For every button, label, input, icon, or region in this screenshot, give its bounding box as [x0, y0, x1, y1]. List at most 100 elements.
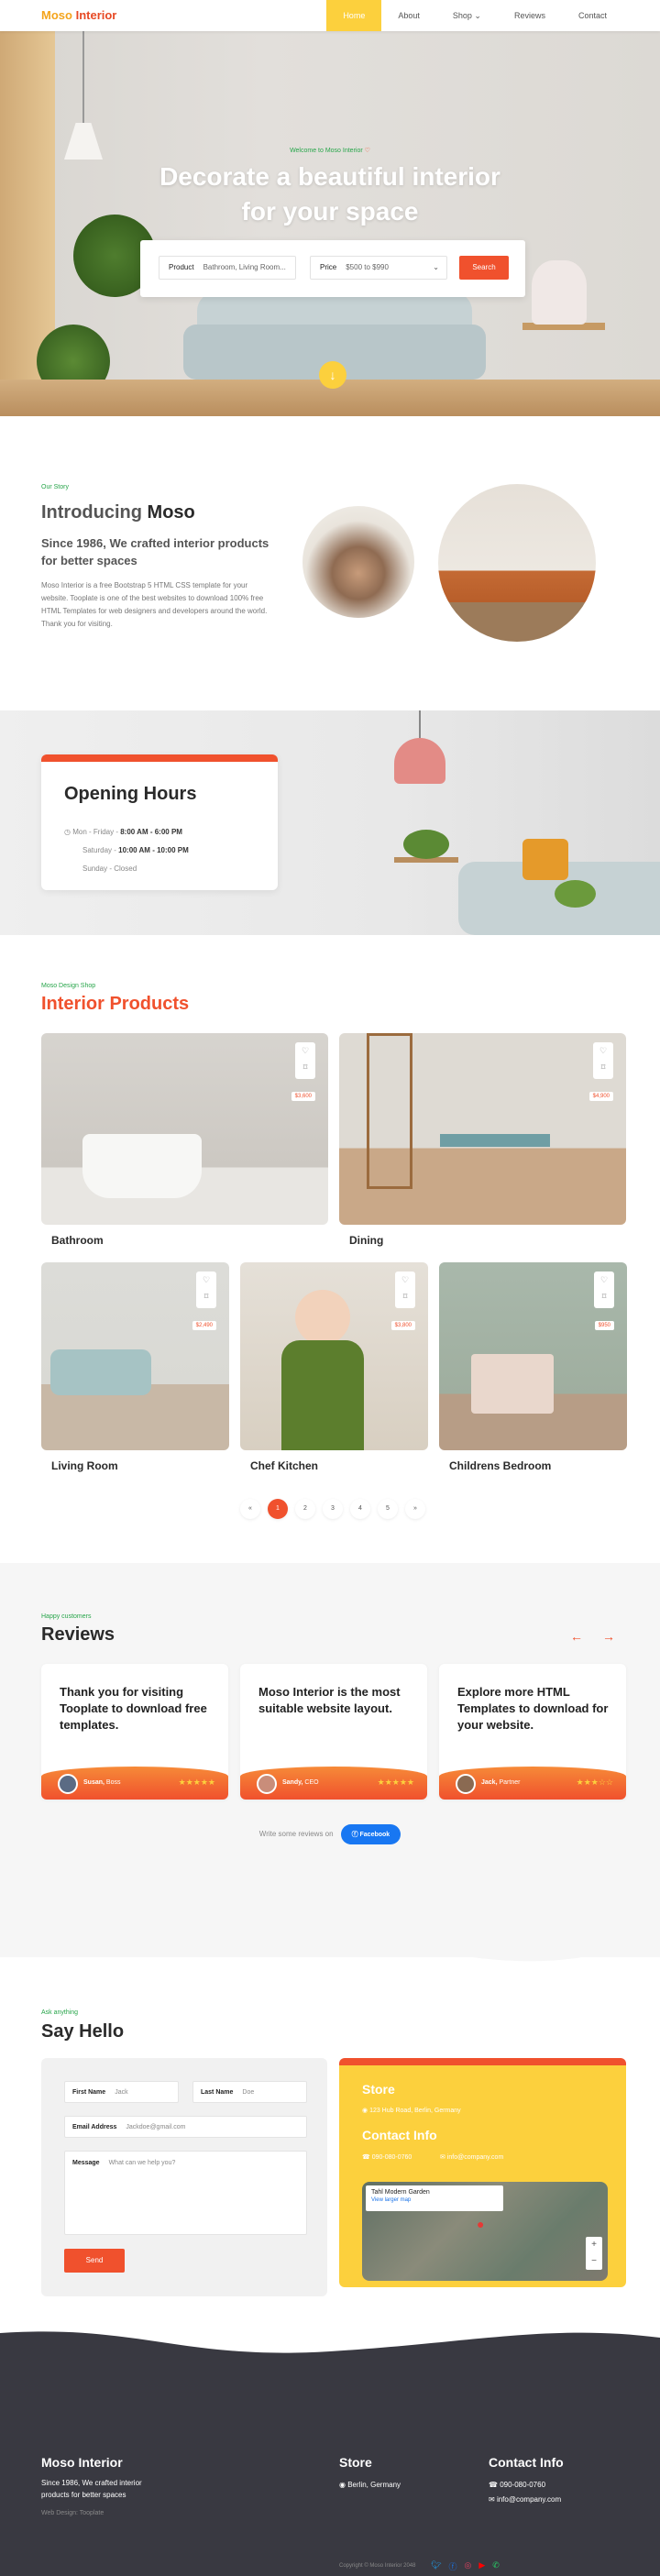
page-1[interactable]: 1: [268, 1499, 288, 1519]
price-value: $500 to $990: [346, 263, 389, 271]
product-card[interactable]: ♡ ⌑ $4,900: [339, 1033, 626, 1225]
lamp-shade: [64, 123, 103, 160]
page-4[interactable]: 4: [350, 1499, 370, 1519]
chef-photo: [295, 1290, 350, 1345]
story-title-bold: Moso: [147, 502, 195, 523]
chef-apron: [281, 1340, 364, 1450]
brand-word-2: Interior: [75, 8, 117, 22]
message-textarea[interactable]: Message What can we help you?: [64, 2151, 307, 2235]
google-map[interactable]: Tahl Modern Garden View larger map ● + −: [362, 2182, 608, 2281]
product-actions: ♡ ⌑: [593, 1042, 613, 1079]
price-tag: $4,900: [588, 1092, 613, 1101]
review-text: Thank you for visiting Tooplate to downl…: [60, 1685, 207, 1732]
product-field[interactable]: Product Bathroom, Living Room...: [159, 256, 296, 280]
product-card[interactable]: ♡ ⌑ $3,600: [41, 1033, 328, 1225]
brand-logo[interactable]: Moso Interior: [41, 8, 116, 22]
bookmark-icon[interactable]: ⌑: [295, 1059, 315, 1075]
heart-icon[interactable]: ♡: [593, 1042, 613, 1059]
reviews-label: Happy customers: [41, 1613, 92, 1620]
review-card: Thank you for visiting Tooplate to downl…: [41, 1664, 228, 1800]
whatsapp-icon[interactable]: ✆: [492, 2560, 500, 2572]
nav-reviews[interactable]: Reviews: [498, 0, 562, 31]
cushion: [522, 839, 568, 880]
product-card[interactable]: ♡ ⌑ $2,490: [41, 1262, 229, 1450]
product-name[interactable]: Dining: [349, 1234, 383, 1247]
footer-store-address: ◉ Berlin, Germany: [339, 2479, 401, 2491]
lamp-cord: [82, 31, 84, 123]
pendant-lamp: [394, 738, 446, 784]
first-name-placeholder: Jack: [115, 2089, 128, 2096]
bookmark-icon[interactable]: ⌑: [196, 1288, 216, 1305]
scroll-down-icon[interactable]: ↓: [319, 361, 346, 389]
product-name[interactable]: Living Room: [51, 1459, 118, 1472]
product-name[interactable]: Bathroom: [51, 1234, 104, 1247]
last-name-placeholder: Doe: [242, 2089, 255, 2096]
nav-contact[interactable]: Contact: [562, 0, 623, 31]
opening-hours-card: Opening Hours ◷ Mon - Friday - 8:00 AM -…: [41, 754, 278, 890]
footer-tagline: Since 1986, We crafted interior products…: [41, 2479, 142, 2499]
facebook-icon[interactable]: ⓕ: [448, 2560, 456, 2572]
map-pin-icon: ◉: [339, 2481, 346, 2489]
family-photo: [302, 506, 414, 618]
crib-image: [471, 1354, 554, 1414]
map-zoom-controls[interactable]: + −: [586, 2237, 602, 2270]
product-card[interactable]: ♡ ⌑ $950: [439, 1262, 627, 1450]
page-2[interactable]: 2: [295, 1499, 315, 1519]
arrow-right-icon[interactable]: →: [602, 1629, 615, 1644]
email-field[interactable]: Email Address Jackdoe@gmail.com: [64, 2116, 307, 2138]
reviewer: Jack, Partner: [481, 1779, 520, 1786]
page-next[interactable]: »: [405, 1499, 425, 1519]
product-name[interactable]: Chef Kitchen: [250, 1459, 318, 1472]
copyright: Copyright © Moso Interior 2048: [339, 2563, 416, 2569]
wave-divider: [0, 1898, 660, 1962]
heart-icon[interactable]: ♡: [594, 1271, 614, 1288]
price-select[interactable]: Price $500 to $990 ⌄: [310, 256, 447, 280]
last-name-field[interactable]: Last Name Doe: [192, 2081, 307, 2103]
youtube-icon[interactable]: ▶: [478, 2560, 485, 2572]
shelf-image: [367, 1033, 412, 1189]
page-5[interactable]: 5: [378, 1499, 398, 1519]
footer-design-credit[interactable]: Web Design: Tooplate: [41, 2510, 104, 2516]
nav-home[interactable]: Home: [326, 0, 382, 31]
facebook-button[interactable]: ⓕ Facebook: [340, 1824, 402, 1844]
search-button[interactable]: Search: [459, 256, 509, 280]
hours-time: 10:00 AM - 10:00 PM: [118, 846, 189, 854]
brand-word-1: Moso: [41, 8, 72, 22]
map-pin-icon: ●: [477, 2217, 485, 2231]
page-prev[interactable]: «: [240, 1499, 260, 1519]
nav-about[interactable]: About: [381, 0, 436, 31]
hero-section: Welcome to Moso Interior ♡ Decorate a be…: [0, 31, 660, 416]
footer-store-address-text: Berlin, Germany: [347, 2481, 402, 2489]
star-rating: ★★★★★: [377, 1778, 414, 1787]
chevron-down-icon: ⌄: [433, 263, 439, 271]
heart-icon[interactable]: ♡: [295, 1042, 315, 1059]
first-name-field[interactable]: First Name Jack: [64, 2081, 179, 2103]
page-3[interactable]: 3: [323, 1499, 343, 1519]
product-card[interactable]: ♡ ⌑ $3,800: [240, 1262, 428, 1450]
heart-icon[interactable]: ♡: [196, 1271, 216, 1288]
bookmark-icon[interactable]: ⌑: [593, 1059, 613, 1075]
twitter-icon[interactable]: 🐦︎: [431, 2560, 441, 2572]
price-tag: $950: [594, 1321, 614, 1330]
nav-shop[interactable]: Shop ⌄: [436, 0, 498, 31]
clock-icon: ◷: [64, 828, 71, 836]
product-label: Product: [169, 263, 194, 271]
price-label: Price: [320, 263, 337, 271]
map-pin-icon: ◉: [362, 2108, 368, 2114]
bookmark-icon[interactable]: ⌑: [395, 1288, 415, 1305]
arrow-left-icon[interactable]: ←: [570, 1629, 583, 1644]
review-text: Explore more HTML Templates to download …: [457, 1685, 609, 1732]
send-button[interactable]: Send: [64, 2249, 125, 2273]
instagram-icon[interactable]: ◎: [464, 2560, 471, 2572]
hero-title: Decorate a beautiful interior for your sp…: [0, 160, 660, 229]
hours-row-sunday: Sunday - Closed: [82, 864, 138, 873]
map-larger-link[interactable]: View larger map: [366, 2196, 503, 2205]
story-label: Our Story: [41, 484, 69, 490]
bookmark-icon[interactable]: ⌑: [594, 1288, 614, 1305]
product-name[interactable]: Childrens Bedroom: [449, 1459, 551, 1472]
review-footer: Susan, Boss ★★★★★: [41, 1767, 228, 1800]
store-title: Store: [362, 2082, 395, 2097]
email-placeholder: Jackdoe@gmail.com: [126, 2124, 186, 2130]
heart-icon[interactable]: ♡: [395, 1271, 415, 1288]
heart-icon: ♡: [364, 148, 370, 154]
